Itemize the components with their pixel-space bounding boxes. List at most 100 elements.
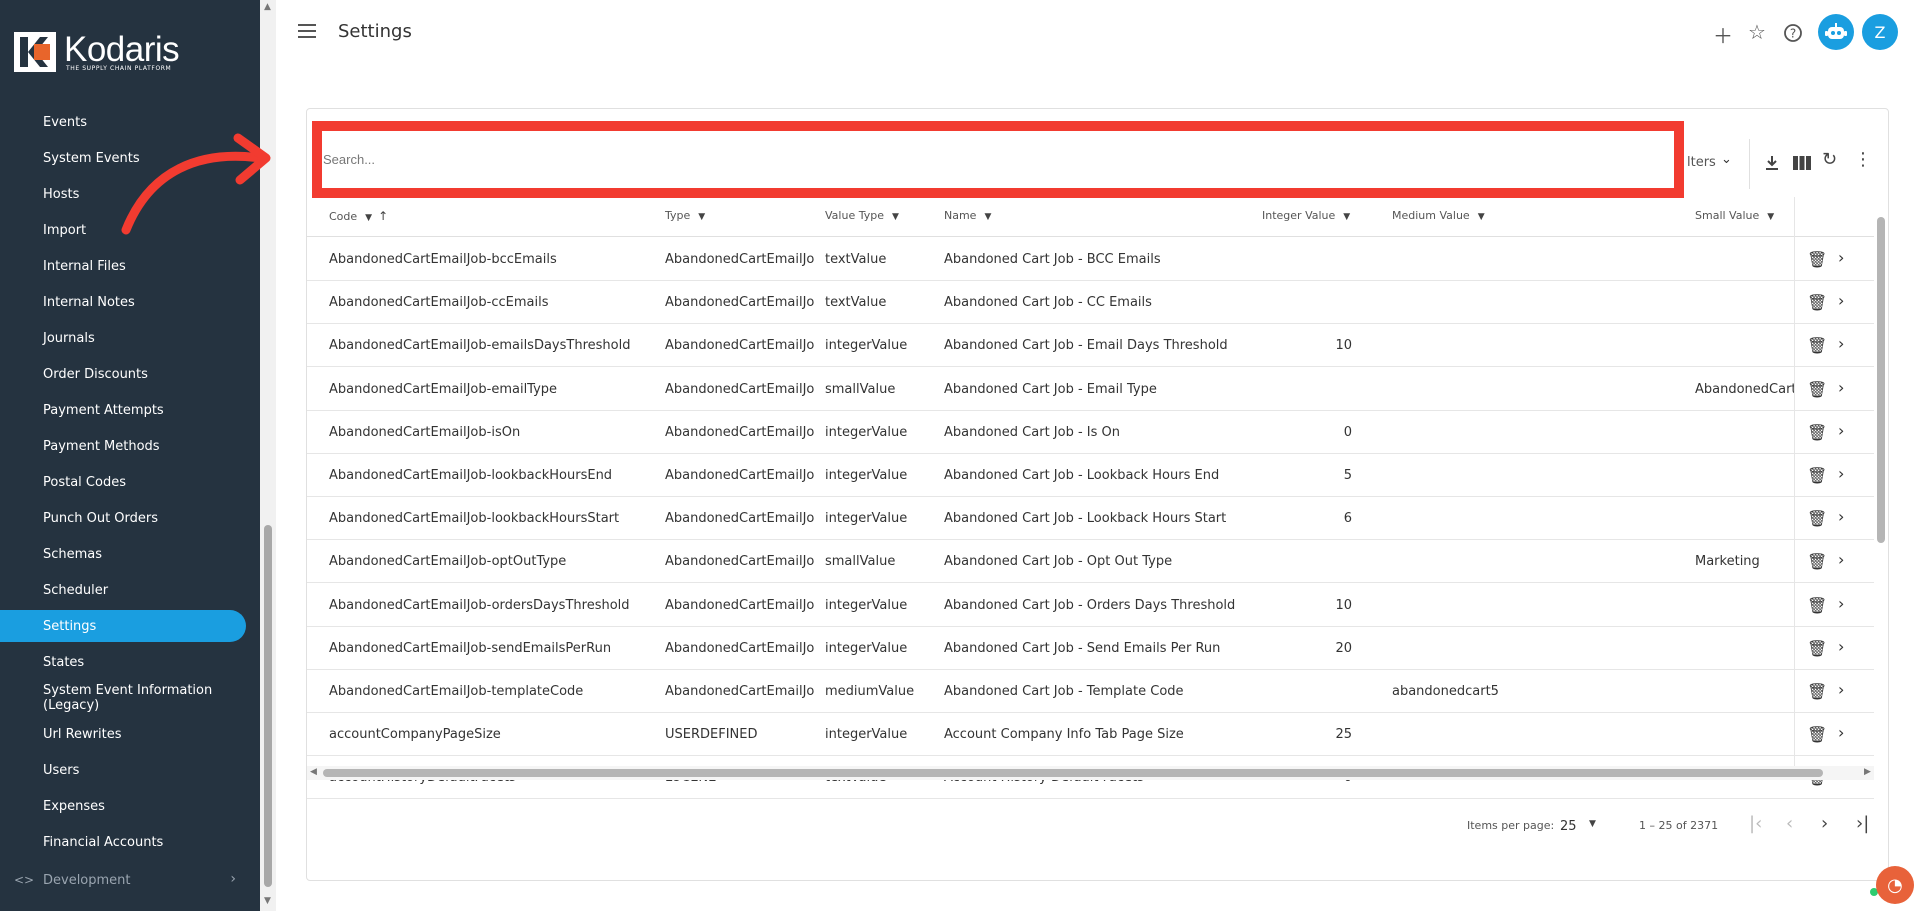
sidebar-item-scheduler[interactable]: Scheduler (0, 574, 246, 606)
table-vertical-scroll-thumb[interactable] (1877, 217, 1885, 543)
sidebar-item-states[interactable]: States (0, 646, 246, 678)
sidebar-item-url-rewrites[interactable]: Url Rewrites (0, 718, 246, 750)
refresh-icon[interactable]: ↻ (1822, 149, 1837, 170)
cell-name: Abandoned Cart Job - Is On (944, 424, 1121, 440)
chevron-right-icon[interactable]: › (1838, 291, 1844, 310)
chevron-right-icon[interactable]: › (1838, 594, 1844, 613)
sidebar-item-development[interactable]: <> Development › (0, 864, 246, 896)
sidebar-item-payment-attempts[interactable]: Payment Attempts (0, 394, 246, 426)
delete-icon[interactable]: 🗑 (1807, 639, 1827, 658)
delete-icon[interactable]: 🗑 (1807, 552, 1827, 571)
table-row[interactable]: AbandonedCartEmailJob-sendEmailsPerRun Ab… (307, 627, 1874, 670)
chevron-right-icon[interactable]: › (1838, 637, 1844, 656)
chevron-right-icon[interactable]: › (1838, 550, 1844, 569)
caret-down-icon[interactable]: ▼ (698, 212, 705, 222)
caret-down-icon[interactable]: ▼ (1589, 819, 1596, 829)
sidebar-item-system-event-information-legacy[interactable]: System Event Information (Legacy) (0, 682, 246, 714)
columns-icon[interactable] (1793, 156, 1811, 170)
caret-down-icon[interactable]: ▼ (1478, 212, 1485, 222)
sort-asc-icon[interactable]: ↑ (378, 209, 388, 223)
delete-icon[interactable]: 🗑 (1807, 423, 1827, 442)
col-code[interactable]: Code ▼ ↑ (329, 209, 388, 223)
scroll-left-icon[interactable]: ◀ (310, 767, 317, 777)
table-row[interactable]: AbandonedCartEmailJob-ccEmails AbandonedC… (307, 281, 1874, 325)
chevron-right-icon[interactable]: › (1838, 334, 1844, 353)
delete-icon[interactable]: 🗑 (1807, 466, 1827, 485)
chevron-right-icon[interactable]: › (1838, 248, 1844, 267)
table-row[interactable]: accountCompanyPageSize USERDEFINED integer… (307, 713, 1874, 757)
delete-icon[interactable]: 🗑 (1807, 336, 1827, 355)
table-row[interactable]: AbandonedCartEmailJob-lookbackHoursEnd Ab… (307, 454, 1874, 497)
col-small-value[interactable]: Small Value ▼ (1695, 209, 1774, 222)
sidebar-item-journals[interactable]: Journals (0, 322, 246, 354)
caret-down-icon[interactable]: ▼ (365, 213, 372, 223)
chevron-right-icon[interactable]: › (1838, 507, 1844, 526)
add-icon[interactable]: ＋ (1713, 20, 1733, 49)
chevron-right-icon[interactable]: › (1838, 464, 1844, 483)
delete-icon[interactable]: 🗑 (1807, 725, 1827, 744)
more-vert-icon[interactable]: ⋮ (1854, 149, 1872, 170)
caret-down-icon[interactable]: ▼ (984, 212, 991, 222)
delete-icon[interactable]: 🗑 (1807, 293, 1827, 312)
sidebar-item-users[interactable]: Users (0, 754, 246, 786)
sidebar-item-schemas[interactable]: Schemas (0, 538, 246, 570)
sidebar-scroll-thumb[interactable] (264, 525, 272, 887)
table-horizontal-scroll-thumb[interactable] (323, 769, 1823, 777)
search-input[interactable] (323, 146, 1673, 172)
table-row[interactable]: AbandonedCartEmailJob-optOutType Abandone… (307, 540, 1874, 584)
prev-page-icon[interactable]: ‹ (1786, 813, 1793, 834)
help-icon[interactable]: ? (1783, 23, 1803, 43)
table-horizontal-scrollbar[interactable]: ◀ ▶ (307, 766, 1874, 780)
col-value-type[interactable]: Value Type ▼ (825, 209, 899, 222)
next-page-icon[interactable]: › (1821, 813, 1828, 834)
table-row[interactable]: AbandonedCartEmailJob-emailType Abandoned… (307, 368, 1874, 411)
chevron-down-icon[interactable]: ⌄ (1721, 152, 1732, 167)
caret-down-icon[interactable]: ▼ (1343, 212, 1350, 222)
col-integer-value[interactable]: Integer Value ▼ (1262, 209, 1350, 222)
table-row[interactable]: AbandonedCartEmailJob-emailsDaysThreshol… (307, 324, 1874, 368)
chat-support-button[interactable]: ◔ (1876, 866, 1914, 904)
col-name[interactable]: Name ▼ (944, 209, 991, 222)
sidebar-item-settings[interactable]: Settings (0, 610, 246, 642)
user-avatar[interactable]: Z (1862, 14, 1898, 50)
table-row[interactable]: AbandonedCartEmailJob-templateCode Abando… (307, 670, 1874, 713)
table-row[interactable]: AbandonedCartEmailJob-bccEmails Abandoned… (307, 238, 1874, 281)
chevron-right-icon[interactable]: › (1838, 680, 1844, 699)
table-row[interactable]: AbandonedCartEmailJob-lookbackHoursStart… (307, 497, 1874, 541)
sidebar-item-internal-files[interactable]: Internal Files (0, 250, 246, 282)
download-icon[interactable] (1764, 155, 1780, 171)
sidebar-item-punch-out-orders[interactable]: Punch Out Orders (0, 502, 246, 534)
caret-down-icon[interactable]: ▼ (892, 212, 899, 222)
filters-button-label[interactable]: lters (1687, 155, 1716, 170)
sidebar-item-expenses[interactable]: Expenses (0, 790, 246, 822)
last-page-icon[interactable]: ›| (1856, 813, 1869, 834)
delete-icon[interactable]: 🗑 (1807, 596, 1827, 615)
assistant-bot-button[interactable] (1818, 14, 1854, 50)
col-type[interactable]: Type ▼ (665, 209, 705, 222)
page-size-select[interactable]: 25 (1560, 819, 1577, 834)
delete-icon[interactable]: 🗑 (1807, 682, 1827, 701)
sidebar-item-postal-codes[interactable]: Postal Codes (0, 466, 246, 498)
delete-icon[interactable]: 🗑 (1807, 380, 1827, 399)
chevron-right-icon[interactable]: › (1838, 421, 1844, 440)
delete-icon[interactable]: 🗑 (1807, 509, 1827, 528)
sidebar-item-payment-methods[interactable]: Payment Methods (0, 430, 246, 462)
scroll-down-icon[interactable]: ▼ (264, 896, 271, 906)
chevron-right-icon[interactable]: › (1838, 378, 1844, 397)
table-vertical-scrollbar[interactable] (1874, 197, 1888, 769)
col-medium-value[interactable]: Medium Value ▼ (1392, 209, 1485, 222)
caret-down-icon[interactable]: ▼ (1767, 212, 1774, 222)
logo[interactable]: Kodaris THE SUPPLY CHAIN PLATFORM (0, 0, 260, 106)
table-row[interactable]: AbandonedCartEmailJob-ordersDaysThreshol… (307, 584, 1874, 627)
scroll-right-icon[interactable]: ▶ (1864, 767, 1871, 777)
sidebar-item-internal-notes[interactable]: Internal Notes (0, 286, 246, 318)
first-page-icon[interactable]: |‹ (1749, 813, 1762, 834)
table-row[interactable]: AbandonedCartEmailJob-isOn AbandonedCartE… (307, 411, 1874, 454)
scroll-up-icon[interactable]: ▲ (264, 2, 271, 12)
menu-icon[interactable] (298, 24, 316, 40)
star-icon[interactable]: ☆ (1748, 20, 1766, 44)
sidebar-item-order-discounts[interactable]: Order Discounts (0, 358, 246, 390)
delete-icon[interactable]: 🗑 (1807, 250, 1827, 269)
chevron-right-icon[interactable]: › (1838, 723, 1844, 742)
sidebar-item-financial-accounts[interactable]: Financial Accounts (0, 826, 246, 858)
